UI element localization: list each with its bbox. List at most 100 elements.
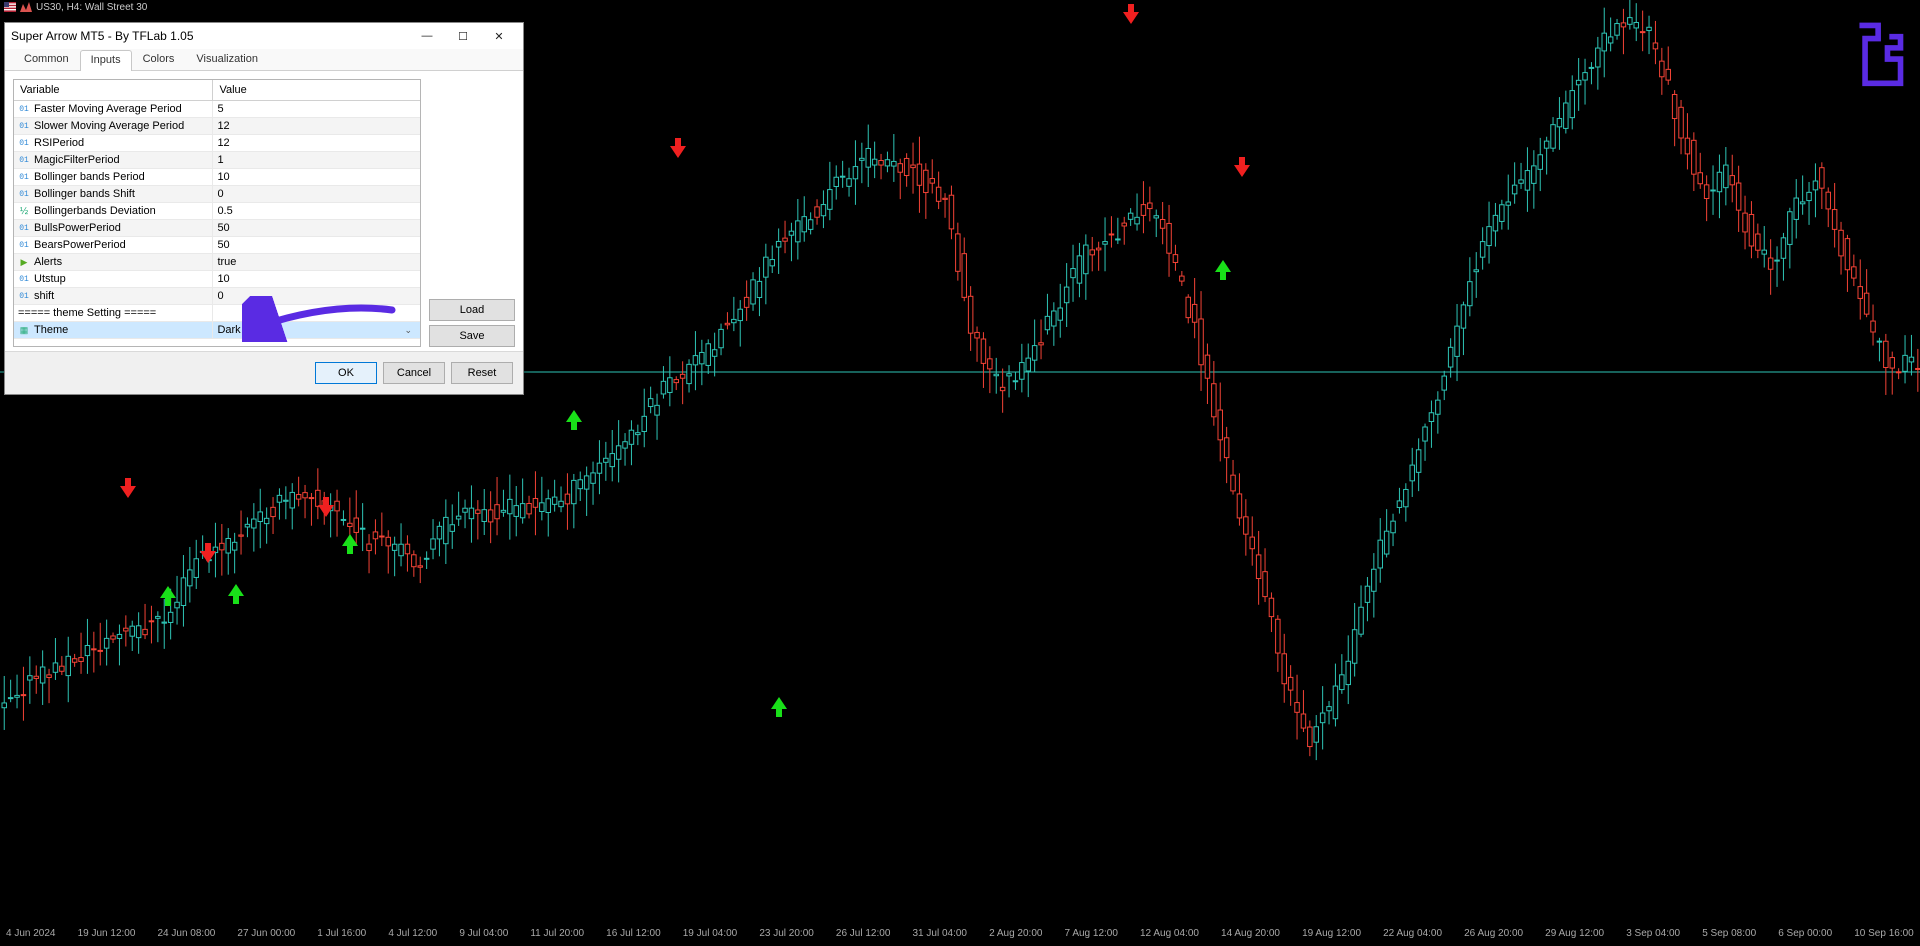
x-tick-label: 19 Jun 12:00 [78,928,136,939]
chart-name: US30, H4: Wall Street 30 [36,2,147,13]
input-row[interactable]: Faster Moving Average Period5 [14,101,420,118]
int-type-icon [18,120,30,132]
x-tick-label: 5 Sep 08:00 [1702,928,1756,939]
reset-button[interactable]: Reset [451,362,513,384]
x-tick-label: 16 Jul 12:00 [606,928,661,939]
variable-name: Theme [34,324,68,336]
variable-name: MagicFilterPeriod [34,154,120,166]
value-cell[interactable]: 12 [213,118,420,135]
flag-icon [4,2,16,12]
input-row[interactable]: RSIPeriod 12 [14,135,420,152]
col-value[interactable]: Value [213,80,420,101]
inputs-table[interactable]: Variable Value Faster Moving Average Per… [13,79,421,347]
x-tick-label: 12 Aug 04:00 [1140,928,1199,939]
close-button[interactable]: ✕ [481,23,517,49]
tab-inputs[interactable]: Inputs [80,50,132,71]
x-tick-label: 26 Jul 12:00 [836,928,891,939]
x-tick-label: 19 Jul 04:00 [683,928,738,939]
variable-name: Bollinger bands Period [34,171,145,183]
input-row[interactable]: ===== theme Setting ===== [14,305,420,322]
value-cell[interactable]: 0.5 [213,203,420,220]
minimize-button[interactable]: — [409,23,445,49]
tab-colors[interactable]: Colors [132,49,186,70]
variable-name: Bollingerbands Deviation [34,205,156,217]
value-cell[interactable]: 12 [213,135,420,152]
value-cell[interactable]: 0 [213,288,420,305]
x-tick-label: 9 Jul 04:00 [459,928,508,939]
x-tick-label: 23 Jul 20:00 [759,928,814,939]
value-cell[interactable]: 50 [213,237,420,254]
tab-visualization[interactable]: Visualization [185,49,269,70]
save-button[interactable]: Save [429,325,515,347]
dialog-title: Super Arrow MT5 - By TFLab 1.05 [11,29,194,43]
x-axis-labels: 4 Jun 2024 19 Jun 12:00 24 Jun 08:00 27 Jun… [0,925,1920,941]
input-row[interactable]: Alerts true [14,254,420,271]
load-button[interactable]: Load [429,299,515,321]
variable-name: Alerts [34,256,62,268]
properties-dialog: Super Arrow MT5 - By TFLab 1.05 — ☐ ✕ Co… [4,22,524,395]
x-tick-label: 7 Aug 12:00 [1065,928,1118,939]
input-row[interactable]: Bollinger bands Shift0 [14,186,420,203]
x-tick-label: 24 Jun 08:00 [157,928,215,939]
input-row[interactable]: Theme Dark ⌄ [14,322,420,339]
dbl-type-icon [18,205,30,217]
int-type-icon [18,137,30,149]
dialog-titlebar[interactable]: Super Arrow MT5 - By TFLab 1.05 — ☐ ✕ [5,23,523,49]
x-tick-label: 4 Jun 2024 [6,928,56,939]
x-tick-label: 11 Jul 20:00 [530,928,584,939]
input-row[interactable]: BearsPowerPeriod 50 [14,237,420,254]
x-tick-label: 22 Aug 04:00 [1383,928,1442,939]
mt-icon [20,2,32,12]
variable-name: ===== theme Setting ===== [18,307,156,319]
variable-name: RSIPeriod [34,137,84,149]
x-tick-label: 2 Aug 20:00 [989,928,1042,939]
value-cell[interactable]: 0 [213,186,420,203]
variable-name: BearsPowerPeriod [34,239,126,251]
value-cell[interactable]: 10 [213,169,420,186]
app-titlebar: US30, H4: Wall Street 30 [0,0,1920,14]
variable-name: Utstup [34,273,66,285]
value-cell[interactable]: 1 [213,152,420,169]
dropdown-value: Dark [217,324,240,336]
value-cell[interactable] [213,305,420,322]
int-type-icon [18,103,30,115]
variable-name: shift [34,290,54,302]
x-tick-label: 26 Aug 20:00 [1464,928,1523,939]
x-tick-label: 19 Aug 12:00 [1302,928,1361,939]
input-row[interactable]: Bollinger bands Period 10 [14,169,420,186]
theme-dropdown[interactable]: Dark ⌄ [217,323,416,337]
value-cell[interactable]: 10 [213,271,420,288]
ok-button[interactable]: OK [315,362,377,384]
x-tick-label: 6 Sep 00:00 [1778,928,1832,939]
int-type-icon [18,154,30,166]
tab-common[interactable]: Common [13,49,80,70]
x-tick-label: 14 Aug 20:00 [1221,928,1280,939]
int-type-icon [18,188,30,200]
input-row[interactable]: shift 0 [14,288,420,305]
input-row[interactable]: BullsPowerPeriod 50 [14,220,420,237]
x-tick-label: 27 Jun 00:00 [237,928,295,939]
x-tick-label: 31 Jul 04:00 [912,928,967,939]
boo-type-icon [18,256,30,268]
value-cell[interactable]: 50 [213,220,420,237]
x-tick-label: 10 Sep 16:00 [1854,928,1914,939]
variable-name: BullsPowerPeriod [34,222,121,234]
cancel-button[interactable]: Cancel [383,362,445,384]
input-row[interactable]: MagicFilterPeriod 1 [14,152,420,169]
maximize-button[interactable]: ☐ [445,23,481,49]
input-row[interactable]: Bollingerbands Deviation 0.5 [14,203,420,220]
watermark-logo [1852,18,1908,88]
int-type-icon [18,290,30,302]
int-type-icon [18,222,30,234]
col-variable[interactable]: Variable [14,80,213,101]
value-cell[interactable]: true [213,254,420,271]
value-cell[interactable]: 5 [213,101,420,118]
variable-name: Slower Moving Average Period [34,120,184,132]
int-type-icon [18,171,30,183]
input-row[interactable]: Slower Moving Average Period 12 [14,118,420,135]
input-row[interactable]: Utstup 10 [14,271,420,288]
x-tick-label: 4 Jul 12:00 [388,928,437,939]
x-tick-label: 29 Aug 12:00 [1545,928,1604,939]
x-tick-label: 1 Jul 16:00 [317,928,366,939]
chevron-down-icon: ⌄ [404,325,416,336]
